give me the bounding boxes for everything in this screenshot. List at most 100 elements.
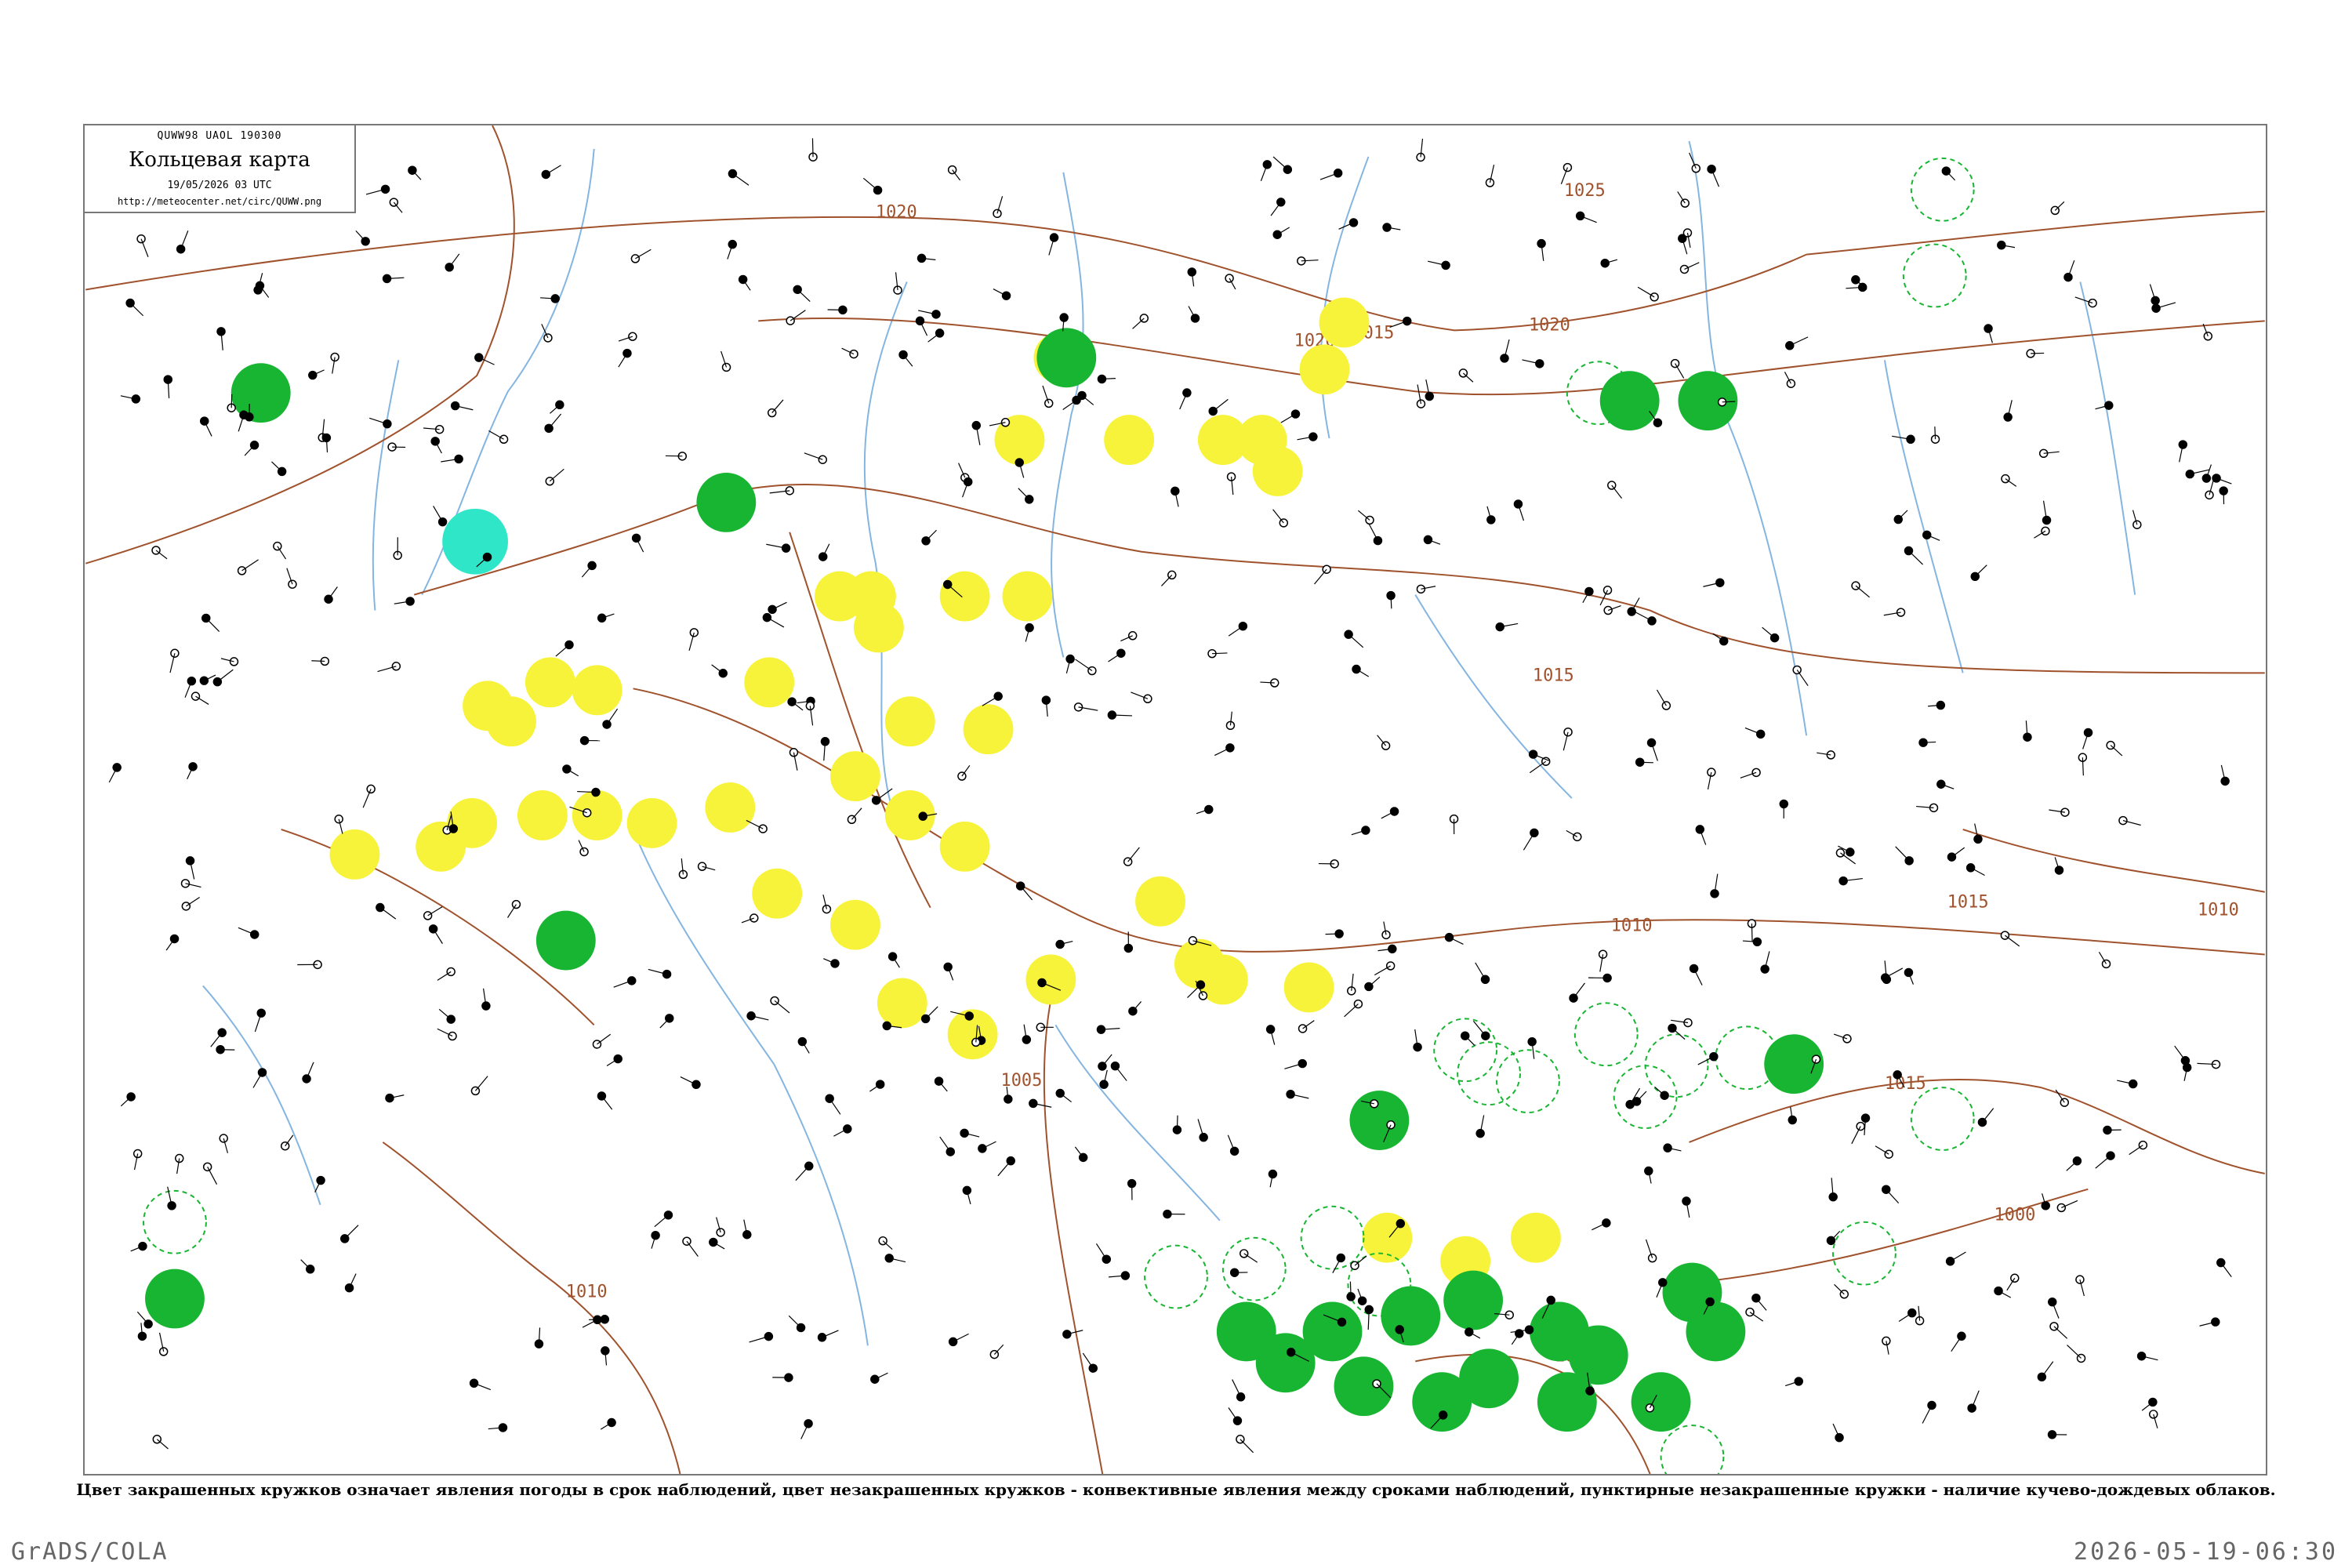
wind-barb [1314,568,1327,585]
weather-yellow-circle [572,790,622,840]
river-line [2079,281,2136,595]
station-marker [2001,474,2010,484]
wind-barb [1934,426,1936,440]
station-marker [1073,702,1083,712]
wind-barb [1232,1379,1242,1398]
wind-barb [1349,1281,1352,1297]
cumulonimbus-dashed-circle [1660,1425,1725,1474]
wind-barb [1332,1258,1341,1273]
wind-barb [902,354,913,367]
wind-barb [1348,633,1364,648]
station-marker [1014,458,1024,467]
station-marker [2037,1372,2047,1382]
wind-barb [1082,1352,1094,1369]
station-marker [2104,401,2114,410]
wind-barb [997,1160,1011,1177]
legend-caption: Цвет закрашенных кружков означает явлени… [76,1480,2276,1499]
wind-barb [1755,1298,1767,1311]
wind-barb [2220,1262,2232,1277]
wind-barb [993,1344,1004,1355]
wind-barb [120,1096,132,1107]
wind-barb [549,468,564,482]
wind-barb [311,660,325,662]
river-line [1414,594,1573,799]
wind-barb [1951,1335,1962,1352]
map-canvas: 1020102510201020101510101015101010151010… [85,125,2265,1474]
wind-barb [1922,1405,1933,1424]
wind-barb [1711,169,1720,187]
station-marker [768,604,777,615]
wind-barb [355,230,366,242]
wind-barb [412,169,422,180]
wind-barb [216,669,234,683]
wind-barb [1751,923,1753,942]
station-marker [191,691,201,701]
weather-green-circle [1302,1301,1363,1362]
cumulonimbus-dashed-circle [1496,1049,1560,1114]
wind-barb [1212,398,1229,412]
weather-yellow-circle [1299,344,1350,395]
station-marker [1882,1336,1891,1346]
station-marker [2211,1317,2220,1327]
wind-barb [686,1240,699,1257]
wind-barb [448,253,460,268]
isobar-line [758,317,2265,396]
weather-green-circle [1443,1270,1504,1330]
cumulonimbus-dashed-circle [1910,157,1975,222]
station-marker [843,1124,852,1134]
wind-barb [2067,1345,2082,1359]
weather-green-circle [535,910,596,971]
wind-barb [1886,1189,1900,1204]
wind-barb [2054,201,2065,211]
wind-barb [1176,1115,1178,1131]
isobar-label: 1015 [1533,666,1574,685]
cumulonimbus-dashed-circle [143,1189,207,1254]
isobar-line [85,216,1807,332]
wind-barb [1855,585,1870,598]
weather-green-circle [145,1269,205,1329]
station-marker [1856,1121,1865,1131]
wind-barb [659,1018,670,1029]
station-marker [1755,729,1766,739]
map-date: 19/05/2026 03 UTC [167,180,272,191]
wind-barb [2129,1145,2143,1156]
isobar-label: 1015 [1885,1074,1926,1094]
weather-yellow-circle [572,665,622,716]
phenomena-circles-layer [143,157,1975,1474]
wind-barb [550,404,561,414]
station-marker [1416,399,1426,408]
river-line [1054,1024,1221,1221]
wind-barb [1475,962,1486,980]
cumulonimbus-dashed-circle [1902,243,1967,308]
wind-barb [654,1214,669,1228]
wind-barb [277,546,287,560]
wind-barb [829,1098,841,1115]
map-url[interactable]: http://meteocenter.net/circ/QUWW.png [85,196,354,207]
station-marker [324,594,333,604]
weather-yellow-circle [877,978,927,1029]
station-marker [1645,1403,1655,1413]
wind-barb [155,550,168,560]
wind-barb [2005,935,2020,947]
wind-barb [1875,1145,1889,1155]
station-marker [1670,358,1680,368]
river-line [1051,172,1084,658]
wind-barb [210,1032,223,1047]
wind-barb [1127,847,1140,862]
wind-barb [1895,846,1910,862]
wind-barb [1075,659,1093,672]
footer-timestamp: 2026-05-19-06:30 [2074,1538,2338,1566]
wind-barb [1671,1028,1686,1040]
weather-yellow-circle [416,821,466,872]
cumulonimbus-dashed-circle [1457,1041,1521,1106]
station-marker [957,771,967,781]
weather-green-circle [1349,1091,1410,1150]
wind-barb [767,617,785,628]
wind-barb [1636,1091,1647,1102]
wind-barb [433,506,444,522]
wind-barb [438,1008,452,1020]
weather-yellow-circle [830,899,880,950]
station-marker [1835,1432,1844,1443]
map-title-box: QUWW98 UAOL 190300 Кольцевая карта 19/05… [85,125,356,213]
wind-barb [1851,1126,1861,1145]
